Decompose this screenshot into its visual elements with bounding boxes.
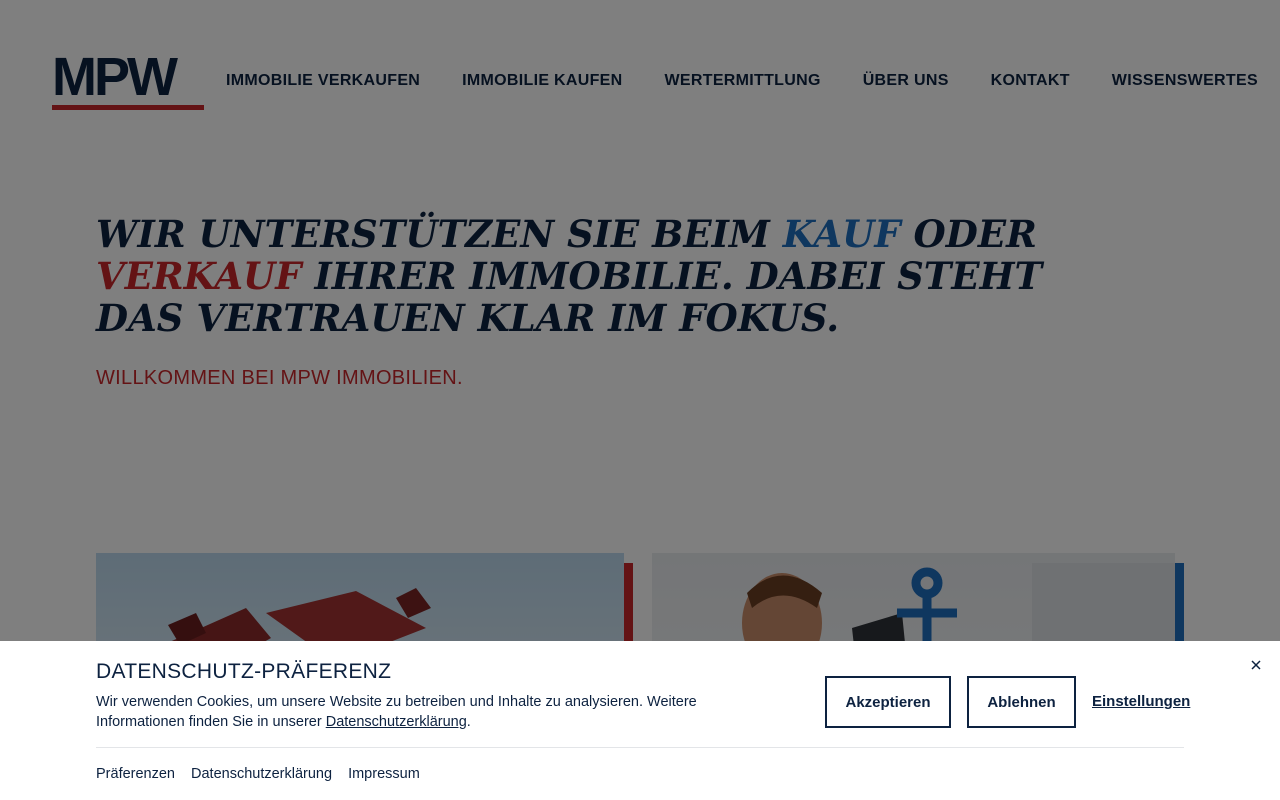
footer-link-datenschutz[interactable]: Datenschutzerklärung — [191, 766, 332, 782]
cookie-banner: DATENSCHUTZ-PRÄFERENZ Wir verwenden Cook… — [0, 641, 1280, 800]
decline-button[interactable]: Ablehnen — [967, 676, 1076, 728]
footer-link-impressum[interactable]: Impressum — [348, 766, 420, 782]
cookie-banner-text: Wir verwenden Cookies, um unsere Website… — [96, 692, 736, 732]
privacy-policy-link[interactable]: Datenschutzerklärung — [326, 714, 467, 730]
accept-button[interactable]: Akzeptieren — [825, 676, 951, 728]
footer-link-praeferenzen[interactable]: Präferenzen — [96, 766, 175, 782]
cookie-banner-title: DATENSCHUTZ-PRÄFERENZ — [96, 660, 392, 683]
settings-link[interactable]: Einstellungen — [1092, 693, 1190, 710]
close-icon[interactable] — [1248, 657, 1264, 673]
cookie-banner-text-end: . — [466, 714, 471, 730]
cookie-footer-links: Präferenzen Datenschutzerklärung Impress… — [96, 766, 420, 782]
cookie-banner-divider — [96, 747, 1184, 748]
